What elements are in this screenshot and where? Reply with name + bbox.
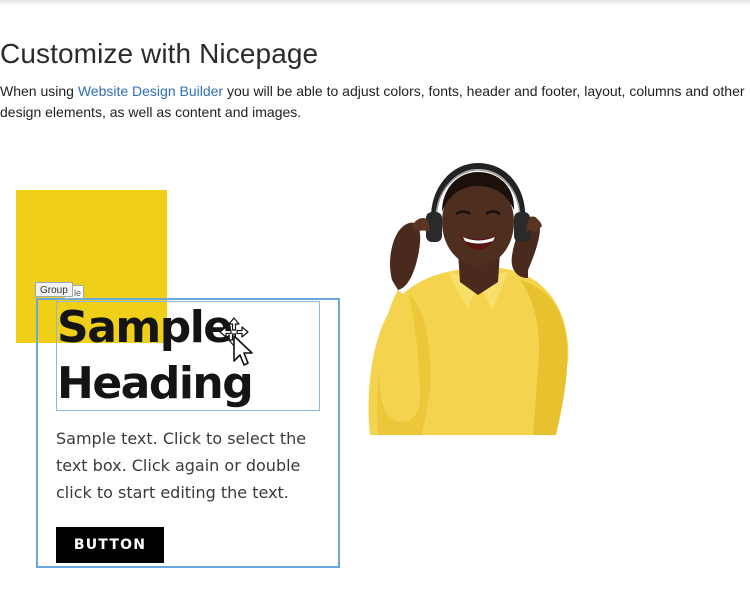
- intro-paragraph: When using Website Design Builder you wi…: [0, 81, 745, 123]
- sample-text-box[interactable]: Sample text. Click to select the text bo…: [56, 425, 326, 506]
- person-with-headphones-image: [368, 162, 569, 435]
- page-title: Customize with Nicepage: [0, 38, 319, 69]
- sample-button[interactable]: BUTTON: [56, 527, 164, 563]
- website-design-builder-link[interactable]: Website Design Builder: [78, 83, 223, 99]
- move-cursor-icon: [219, 317, 253, 366]
- sample-heading[interactable]: Sample Heading: [57, 300, 317, 412]
- intro-text-start: When using: [0, 83, 78, 99]
- group-tag: Group: [35, 282, 73, 297]
- top-shadow: [0, 0, 750, 10]
